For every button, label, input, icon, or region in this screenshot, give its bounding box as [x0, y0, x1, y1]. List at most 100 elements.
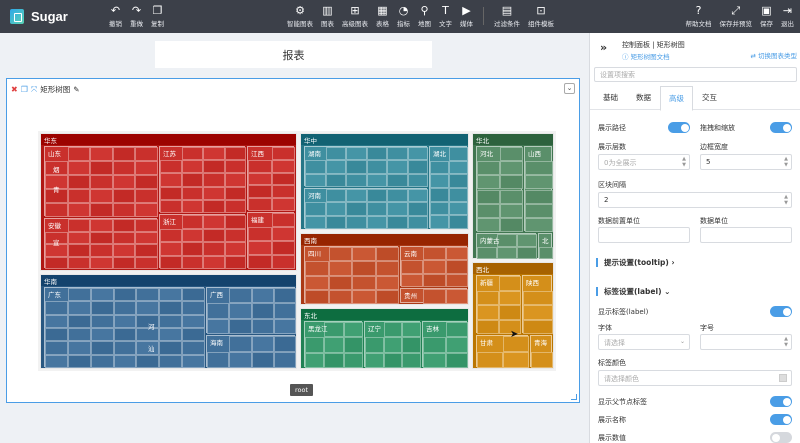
treemap-leaf-cell[interactable]: [271, 147, 295, 160]
treemap-leaf-cell[interactable]: [159, 288, 183, 302]
treemap-leaf-cell[interactable]: [407, 202, 428, 216]
treemap-leaf-cell[interactable]: [224, 186, 246, 200]
treemap-leaf-cell[interactable]: [181, 242, 203, 256]
treemap-leaf-cell[interactable]: [224, 255, 246, 269]
treemap-leaf-cell[interactable]: [477, 305, 499, 320]
treemap-leaf-cell[interactable]: [477, 217, 500, 232]
delete-icon[interactable]: ✖: [11, 85, 18, 94]
treemap-leaf-cell[interactable]: [135, 256, 158, 269]
treemap-leaf-cell[interactable]: [387, 147, 408, 161]
treemap-province[interactable]: 云南: [400, 246, 468, 287]
treemap-leaf-cell[interactable]: [500, 147, 523, 162]
treemap-province[interactable]: 湖南: [304, 146, 428, 187]
media-button[interactable]: ▶ 媒体: [456, 0, 477, 33]
treemap-province[interactable]: 北: [538, 233, 553, 259]
treemap-leaf-cell[interactable]: [203, 173, 225, 187]
treemap-leaf-cell[interactable]: [328, 289, 352, 305]
treemap-leaf-cell[interactable]: [112, 175, 136, 189]
treemap-leaf-cell[interactable]: [449, 160, 468, 175]
tab-interaction[interactable]: 交互: [693, 86, 726, 109]
treemap-leaf-cell[interactable]: [445, 260, 468, 274]
treemap-leaf-cell[interactable]: [343, 322, 363, 338]
treemap-leaf-cell[interactable]: [477, 203, 500, 218]
treemap-province[interactable]: 四川: [304, 246, 399, 305]
treemap-leaf-cell[interactable]: [445, 352, 468, 368]
treemap-province[interactable]: 山东: [44, 146, 158, 217]
undo-button[interactable]: ↶ 撤销: [105, 0, 126, 33]
treemap-leaf-cell[interactable]: [365, 337, 384, 353]
treemap-leaf-cell[interactable]: [159, 314, 183, 328]
tab-basic[interactable]: 基础: [594, 86, 627, 109]
treemap-leaf-cell[interactable]: [477, 246, 497, 259]
treemap-leaf-cell[interactable]: [45, 314, 68, 328]
treemap-leaf-cell[interactable]: [207, 318, 230, 334]
treemap-leaf-cell[interactable]: [325, 215, 346, 229]
treemap-leaf-cell[interactable]: [387, 160, 408, 174]
metric-button[interactable]: ◔ 指标: [393, 0, 414, 33]
stepper-icon[interactable]: ▲ ▼: [784, 156, 788, 168]
treemap-leaf-cell[interactable]: [90, 147, 113, 161]
treemap-leaf-cell[interactable]: [423, 289, 446, 304]
treemap-leaf-cell[interactable]: [112, 189, 136, 203]
treemap-leaf-cell[interactable]: [248, 185, 272, 199]
treemap-leaf-cell[interactable]: [271, 159, 295, 173]
treemap-leaf-cell[interactable]: [423, 247, 446, 261]
treemap-leaf-cell[interactable]: [271, 198, 295, 211]
show-label-toggle[interactable]: [770, 306, 792, 317]
treemap-leaf-cell[interactable]: [159, 341, 183, 355]
treemap-province[interactable]: 青海: [530, 335, 553, 368]
treemap-leaf-cell[interactable]: [45, 256, 68, 269]
treemap-leaf-cell[interactable]: [248, 172, 272, 186]
stepper-icon[interactable]: ▲ ▼: [784, 336, 788, 348]
treemap-leaf-cell[interactable]: [112, 231, 136, 244]
treemap-leaf-cell[interactable]: [181, 160, 203, 174]
treemap-leaf-cell[interactable]: [248, 241, 272, 255]
treemap-leaf-cell[interactable]: [271, 172, 295, 186]
treemap-leaf-cell[interactable]: [182, 301, 205, 315]
treemap-province[interactable]: 甘肃: [476, 335, 529, 368]
treemap-leaf-cell[interactable]: [271, 213, 295, 227]
font-size-input[interactable]: ▲ ▼: [700, 334, 792, 350]
treemap-leaf-cell[interactable]: [273, 318, 297, 334]
treemap-leaf-cell[interactable]: [523, 290, 553, 305]
treemap-leaf-cell[interactable]: [449, 188, 468, 202]
treemap-leaf-cell[interactable]: [251, 352, 274, 368]
treemap-leaf-cell[interactable]: [112, 203, 136, 217]
treemap-province[interactable]: 贵州: [400, 288, 468, 304]
treemap-leaf-cell[interactable]: [135, 219, 158, 232]
treemap-leaf-cell[interactable]: [45, 341, 68, 355]
treemap-leaf-cell[interactable]: [248, 159, 272, 173]
treemap-leaf-cell[interactable]: [375, 275, 399, 290]
treemap-leaf-cell[interactable]: [449, 147, 468, 161]
treemap-leaf-cell[interactable]: [525, 161, 553, 176]
treemap-leaf-cell[interactable]: [387, 189, 408, 203]
switch-chart-type-link[interactable]: ⇄ 切换图表类型: [750, 50, 797, 60]
treemap-leaf-cell[interactable]: [207, 352, 230, 368]
treemap-leaf-cell[interactable]: [500, 189, 523, 204]
smart-chart-button[interactable]: ⚙ 智能图表: [283, 0, 317, 33]
treemap-leaf-cell[interactable]: [449, 174, 468, 188]
treemap-leaf-cell[interactable]: [251, 318, 274, 334]
text-button[interactable]: T 文字: [435, 0, 456, 33]
treemap-doc-link[interactable]: ⓘ 矩形树图文档: [622, 51, 670, 61]
treemap-province[interactable]: 山西: [524, 146, 553, 232]
treemap-leaf-cell[interactable]: [499, 305, 521, 320]
stepper-icon[interactable]: ▲ ▼: [682, 156, 686, 168]
treemap-leaf-cell[interactable]: [445, 322, 468, 338]
treemap-province[interactable]: 陕西: [522, 275, 553, 334]
treemap-leaf-cell[interactable]: [305, 289, 329, 305]
treemap-province[interactable]: 吉林: [422, 321, 468, 368]
widget-menu-chevron-icon[interactable]: ⌄: [564, 83, 575, 94]
exit-button[interactable]: ⇥ 退出: [777, 0, 798, 33]
treemap-province[interactable]: 黑龙江: [304, 321, 363, 368]
treemap-leaf-cell[interactable]: [136, 354, 160, 368]
treemap-leaf-cell[interactable]: [67, 175, 91, 189]
stepper-icon[interactable]: ▲ ▼: [784, 194, 788, 206]
treemap-leaf-cell[interactable]: [203, 186, 225, 200]
treemap-leaf-cell[interactable]: [445, 273, 468, 287]
fullscreen-icon[interactable]: ⤧: [31, 85, 37, 95]
treemap-leaf-cell[interactable]: [159, 301, 183, 315]
treemap-leaf-cell[interactable]: [112, 256, 136, 269]
treemap-leaf-cell[interactable]: [477, 319, 499, 334]
treemap-leaf-cell[interactable]: [383, 352, 403, 368]
